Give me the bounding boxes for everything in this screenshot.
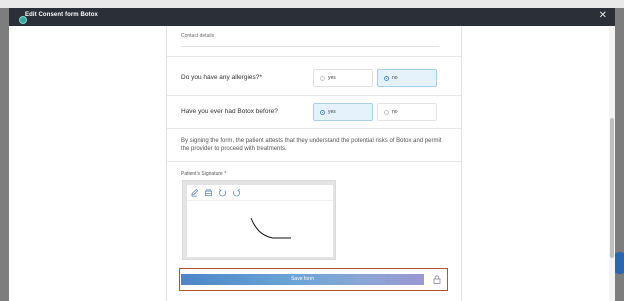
scrollbar-thumb[interactable] (610, 118, 614, 258)
pen-icon[interactable] (190, 188, 199, 197)
signature-label: Patient's Signature * (181, 171, 227, 177)
radio-icon (384, 76, 389, 81)
form-panel: Contact details Do you have any allergie… (166, 26, 462, 301)
signature-pad (182, 180, 336, 260)
allergies-option-no[interactable]: no (377, 69, 437, 87)
option-label: no (392, 109, 398, 115)
allergies-option-yes[interactable]: yes (313, 69, 373, 87)
question-allergies-label: Do you have any allergies?* (181, 74, 262, 81)
radio-icon (320, 76, 325, 81)
divider (167, 161, 461, 162)
divider (167, 95, 461, 96)
undo-icon[interactable] (218, 188, 227, 197)
divider (167, 128, 461, 129)
modal-header: Edit Consent form Botox ✕ (9, 8, 615, 26)
consent-statement: By signing the form, the patient attests… (181, 138, 442, 152)
backdrop-left (0, 8, 9, 301)
consent-form-modal: Edit Consent form Botox ✕ Contact detail… (9, 8, 615, 301)
modal-title: Edit Consent form Botox (25, 12, 98, 18)
save-form-button[interactable]: Save form (181, 274, 424, 285)
eraser-icon[interactable] (204, 188, 213, 197)
redo-icon[interactable] (232, 188, 241, 197)
option-label: yes (328, 75, 336, 81)
option-label: no (392, 75, 398, 81)
option-label: yes (328, 109, 336, 115)
signature-canvas[interactable] (187, 185, 333, 257)
close-icon[interactable]: ✕ (599, 10, 607, 21)
contact-details-label: Contact details (181, 33, 215, 39)
question-botox-label: Have you ever had Botox before? (181, 108, 278, 115)
radio-icon (384, 110, 389, 115)
botox-option-no[interactable]: no (377, 103, 437, 121)
lock-icon[interactable] (433, 275, 441, 284)
app-top-bar (0, 0, 624, 8)
divider (167, 56, 461, 57)
signature-drawing (250, 217, 291, 239)
signature-toolbar (187, 185, 333, 201)
radio-icon (320, 110, 325, 115)
save-form-row: Save form (179, 268, 448, 291)
contact-details-field[interactable] (181, 46, 439, 47)
botox-option-yes[interactable]: yes (313, 103, 373, 121)
